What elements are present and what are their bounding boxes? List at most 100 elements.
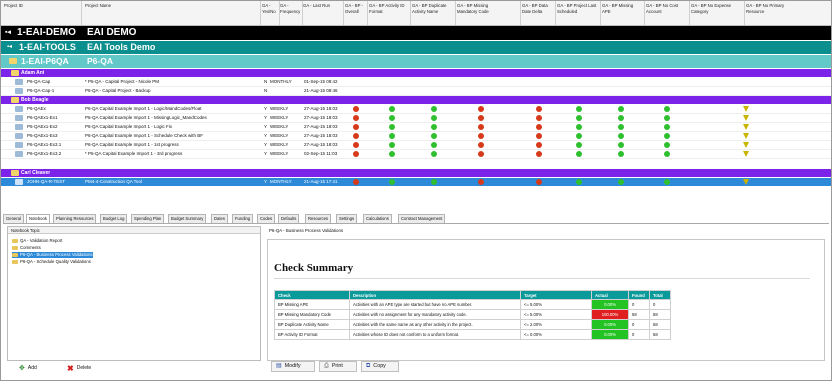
tab-dates[interactable]: Dates [211,214,228,223]
green-status-icon [618,151,624,157]
col-bp-data-date[interactable]: GA - BP Data Date Delta [522,3,552,14]
table-header: Check [274,290,350,300]
tab-defaults[interactable]: Defaults [278,214,300,223]
folder-icon [11,70,19,76]
notebook-topic-item[interactable]: QA - Validation Report [12,238,62,244]
group-row-carl[interactable]: Carl Cleaver [1,169,831,177]
col-divider [279,1,280,25]
col-bp-cost-account[interactable]: GA - BP No Cost Account [646,3,686,14]
group-row-bob[interactable]: Bob Beagle [1,96,831,104]
tab-settings[interactable]: Settings [336,214,358,223]
last-run-value: 27-Aug-15 18:03 [304,124,338,129]
tab-planning-resources[interactable]: Planning Resources [53,214,97,223]
col-yesno[interactable]: GA - Yes/No [262,3,278,14]
expand-icon[interactable]: ▪◂ [7,43,12,50]
tab-funding[interactable]: Funding [232,214,254,223]
project-name: PM4-4-Construction QA Tool [85,179,142,184]
col-bp-overall[interactable]: GA - BP - Overall [345,3,367,14]
copy-button[interactable]: ⧉ Copy [361,361,399,372]
topic-icon [12,259,18,264]
red-status-icon [478,124,484,130]
tab-resources[interactable]: Resources [305,214,332,223]
print-button[interactable]: ⎙ Print [319,361,357,372]
delete-button[interactable]: ✖ Delete [67,364,91,373]
notebook-topic-item[interactable]: Comments [12,245,41,251]
col-bp-mandatory[interactable]: GA - BP Missing Mandatory Code [457,3,501,14]
notebook-topic-item[interactable]: P6-QA - Schedule Quality Validations [12,259,91,265]
last-run-value: 21-Aug-15 08:46 [304,88,338,93]
green-status-icon [618,133,624,139]
eps-row-demo[interactable]: ▪◂ 1-EAI-DEMO EAI DEMO [1,26,831,40]
frequency-value: WEEKLY [270,106,289,111]
frequency-value: WEEKLY [270,151,289,156]
project-id: P6-QAEx1-Ex3 [27,133,58,138]
project-row[interactable]: P6-QAEx1-Ex3.1 P6-QA Capital Example Impo… [1,141,831,150]
col-bp-expense[interactable]: GA - BP No Expense Category [691,3,736,14]
project-row[interactable]: P6-QA-Cap * P6-QA - Capital Project - Nic… [1,78,831,87]
tab-calculations[interactable]: Calculations [363,214,392,223]
notebook-topic-item[interactable]: P6-QA - Business Process Validations [12,252,93,258]
red-status-icon [536,179,542,185]
col-project-name[interactable]: Project Name [85,3,185,9]
project-row[interactable]: P6-QA-Cap-1 P6-QA - Capital Project - Bac… [1,87,831,96]
group-row-adam[interactable]: Adam Ant [1,69,831,77]
add-label: Add [27,365,37,371]
project-row[interactable]: P6-QAEx1-Ex3 P6-QA Capital Example Import… [1,132,831,141]
tab-budget-log[interactable]: Budget Log [100,214,128,223]
delete-label: Delete [76,365,92,371]
eps-row-p6qa[interactable]: 1-EAI-P6QA P6-QA [1,55,831,68]
green-status-icon [664,106,670,112]
project-row[interactable]: JOHN-QA-R-TEST PM4-4-Construction QA Tool… [1,178,831,186]
cell-desc: Activities with no assignment for any ma… [349,309,521,320]
tab-codes[interactable]: Codes [257,214,276,223]
col-frequency[interactable]: GA - Frequency [280,3,302,14]
check-summary-table: Check Description Target Actual Found Total B… [274,290,671,340]
green-status-icon [389,179,395,185]
notebook-topic-header[interactable]: Notebook Topic [8,227,260,234]
project-row[interactable]: P6-QAEx1-Ex3.2 * P6-QA Capital Example Im… [1,150,831,159]
modify-button[interactable]: ▤ Modify [271,361,315,372]
red-status-icon [478,133,484,139]
tab-spending-plan[interactable]: Spending Plan [131,214,165,223]
copy-icon: ⧉ [366,363,371,369]
col-last-run[interactable]: GA - Last Run [303,3,339,9]
project-icon [15,133,23,139]
tab-contract-management[interactable]: Contract Management [398,214,446,223]
col-project-id[interactable]: Project ID [4,3,64,9]
col-bp-activity-id[interactable]: GA - BP Activity ID Format [369,3,405,14]
project-name: P6-QA - Capital Project - Backup [85,88,151,93]
col-bp-missing-ape[interactable]: GA - BP Missing APE [602,3,636,14]
tab-budget-summary[interactable]: Budget Summary [168,214,207,223]
green-status-icon [664,133,670,139]
project-id: P6-QA-Cap [27,79,51,84]
table-header: Actual [591,290,629,300]
add-button[interactable]: ✥ Add [19,364,37,373]
modify-label: Modify [284,363,301,369]
project-grid: ▪◂ 1-EAI-DEMO EAI DEMO ▪◂ 1-EAI-TOOLS EA… [1,26,831,196]
col-divider [644,1,645,25]
project-row[interactable]: P6-QAEx1-Ex1 P6-QA Capital Example Import… [1,114,831,123]
yellow-warning-icon [743,124,749,130]
project-row[interactable]: P6-QAEx1-Ex2 P6-QA Capital Example Import… [1,123,831,132]
cell-actual: 100.00% [591,309,629,320]
red-status-icon [478,179,484,185]
cell-check: BP Activity ID Format [274,329,350,340]
tab-notebook[interactable]: Notebook [26,214,50,223]
col-divider [520,1,521,25]
col-bp-primary-res[interactable]: GA - BP No Primary Resource [746,3,791,14]
expand-icon[interactable]: ▪◂ [5,28,11,36]
green-status-icon [431,124,437,130]
project-row[interactable]: P6-QAEx P6-QA Capital Example Import 1 - … [1,105,831,114]
eps-name: EAI Tools Demo [87,42,156,52]
tab-general[interactable]: General [3,214,24,223]
green-status-icon [431,106,437,112]
green-status-icon [618,115,624,121]
green-status-icon [576,179,582,185]
col-bp-duplicate[interactable]: GA - BP Duplicate Activity Name [412,3,452,14]
eps-row-tools[interactable]: ▪◂ 1-EAI-TOOLS EAI Tools Demo [1,41,831,54]
topic-label: Comments [20,245,41,250]
col-bp-last-sched[interactable]: GA - BP Project Last Scheduled [557,3,597,14]
cell-total: 58 [649,319,671,330]
project-id: JOHN-QA-R-TEST [27,179,65,184]
eps-id: 1-EAI-TOOLS [19,42,76,52]
